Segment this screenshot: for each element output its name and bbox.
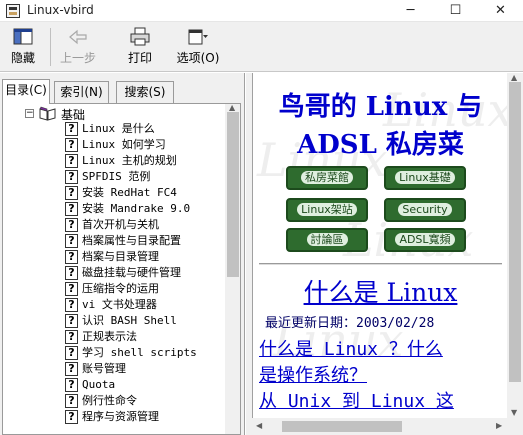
tree-item-label: 磁盘挂载与硬件管理 (82, 266, 181, 279)
tree-item-label: 安装 RedHat FC4 (82, 186, 177, 199)
hide-label: 隐藏 (10, 51, 35, 65)
navigation-tabs: 目录(C) 索引(N) 搜索(S) (0, 79, 245, 104)
tree-item-label: 档案属性与目录配置 (82, 234, 181, 247)
help-topic-icon: ? (65, 330, 78, 344)
help-topic-icon: ? (65, 218, 78, 232)
hide-pane-icon (12, 27, 34, 47)
toolbar-separator (50, 28, 51, 66)
tree-item-label: 学习 shell scripts (82, 346, 197, 359)
close-button[interactable]: ✕ (478, 0, 523, 22)
window-title: Linux-vbird (27, 3, 94, 17)
nav-button-label: ADSL寬頻 (395, 233, 455, 246)
back-label: 上一步 (59, 51, 96, 65)
options-button[interactable]: 选项(O) (171, 25, 225, 69)
print-button[interactable]: 打印 (117, 25, 163, 69)
back-arrow-icon (67, 27, 89, 47)
nav-button-label: Security (398, 203, 452, 216)
nav-button-linux-basics[interactable]: Linux基礎 (384, 166, 466, 190)
topic-link[interactable]: 什么是 Linux ？什么 (259, 335, 443, 361)
help-topic-icon: ? (65, 186, 78, 200)
tree-item-label: Quota (82, 378, 116, 391)
content-vertical-scrollbar[interactable]: ▲ ▼ (507, 73, 523, 418)
content-hscroll-thumb[interactable] (282, 421, 402, 432)
tree-item-label: 安装 Mandrake 9.0 (82, 202, 191, 215)
help-topic-icon: ? (65, 282, 78, 296)
topic-link[interactable]: 是操作系统？ (259, 361, 367, 387)
content-horizontal-scrollbar[interactable]: ◀ ▶ (252, 418, 507, 435)
tree-scroll-thumb[interactable] (227, 112, 239, 277)
divider (259, 263, 502, 265)
help-topic-icon: ? (65, 250, 78, 264)
navigation-pane: 目录(C) 索引(N) 搜索(S) − 基础 ? Linux 是什么 ? Linux… (0, 73, 245, 435)
options-label: 选项(O) (176, 51, 220, 65)
tab-contents[interactable]: 目录(C) (2, 79, 50, 104)
tree-item-label: 首次开机与关机 (82, 218, 159, 231)
last-updated: 最近更新日期：2003/02/28 (265, 316, 435, 331)
topic-link[interactable]: 从 Unix 到 Linux 这 (259, 387, 454, 413)
nav-button-label: Linux架站 (297, 203, 357, 216)
nav-button-home[interactable]: 私房菜館 (286, 166, 368, 190)
help-topic-icon: ? (65, 394, 78, 408)
tree-scrollbar[interactable]: ▲ (225, 104, 240, 434)
options-icon (187, 27, 209, 47)
collapse-icon[interactable]: − (25, 109, 34, 118)
help-topic-icon: ? (65, 378, 78, 392)
help-topic-icon: ? (65, 202, 78, 216)
page-title: 鸟哥的 Linux 与 ADSL 私房菜 (278, 92, 483, 160)
nav-button-label: 討論區 (306, 233, 348, 246)
help-topic-icon: ? (65, 266, 78, 280)
tree-item-label: Linux 主机的规划 (82, 154, 177, 167)
contents-tree: − 基础 ? Linux 是什么 ? Linux 如何学习 ? Linux 主机的规划… (2, 103, 241, 435)
tree-item-label: Linux 是什么 (82, 122, 155, 135)
nav-button-security[interactable]: Security (384, 198, 466, 222)
help-topic-icon: ? (65, 410, 78, 424)
print-label: 打印 (127, 51, 152, 65)
nav-button-linux-server[interactable]: Linux架站 (286, 198, 368, 222)
help-topic-icon: ? (65, 362, 78, 376)
scroll-right-icon[interactable]: ▶ (496, 421, 502, 430)
tree-item-label: 档案与目录管理 (82, 250, 159, 263)
maximize-button[interactable]: ☐ (433, 0, 478, 22)
hide-button[interactable]: 隐藏 (0, 25, 46, 69)
help-topic-icon: ? (65, 138, 78, 152)
help-topic-icon: ? (65, 170, 78, 184)
nav-button-label: Linux基礎 (395, 171, 455, 184)
help-topic-icon: ? (65, 234, 78, 248)
tab-search[interactable]: 搜索(S) (116, 81, 174, 103)
help-topic-icon: ? (65, 122, 78, 136)
tab-index[interactable]: 索引(N) (54, 81, 109, 103)
help-topic-icon: ? (65, 314, 78, 328)
tree-item-label: 认识 BASH Shell (82, 314, 177, 327)
toolbar: 隐藏 上一步 打印 选项(O) (0, 22, 523, 72)
tree-item-label: SPFDIS 范例 (82, 170, 151, 183)
tree-item-label: 例行性命令 (82, 394, 137, 407)
scroll-left-icon[interactable]: ◀ (256, 421, 262, 430)
topic-content: Linux Linux Linux Linux 鸟哥的 Linux 与 ADSL… (252, 73, 507, 418)
tree-item-label: 压缩指令的运用 (82, 282, 159, 295)
scrollbar-corner (507, 418, 523, 435)
title-bar: Linux-vbird ─ ☐ ✕ (0, 0, 523, 22)
help-topic-icon: ? (65, 298, 78, 312)
minimize-button[interactable]: ─ (388, 0, 433, 22)
nav-button-label: 私房菜館 (301, 171, 353, 184)
scroll-up-icon[interactable]: ▲ (229, 104, 235, 112)
tree-item-label: Linux 如何学习 (82, 138, 166, 151)
scroll-down-icon[interactable]: ▼ (511, 408, 517, 417)
tree-item-label: 正规表示法 (82, 330, 137, 343)
tree-item-label: 程序与资源管理 (82, 410, 159, 423)
nav-button-adsl[interactable]: ADSL寬頻 (384, 228, 466, 252)
help-topic-icon: ? (65, 346, 78, 360)
back-button[interactable]: 上一步 (55, 25, 101, 69)
open-book-icon (39, 106, 56, 121)
help-app-icon (6, 4, 20, 18)
tree-item-label: vi 文书处理器 (82, 298, 157, 311)
nav-button-forum[interactable]: 討論區 (286, 228, 368, 252)
printer-icon (129, 27, 151, 47)
scroll-up-icon[interactable]: ▲ (511, 73, 517, 82)
help-topic-icon: ? (65, 154, 78, 168)
content-scroll-thumb[interactable] (509, 82, 521, 382)
topic-heading: 什么是 Linux (303, 278, 458, 307)
tree-item-label: 账号管理 (82, 362, 126, 375)
